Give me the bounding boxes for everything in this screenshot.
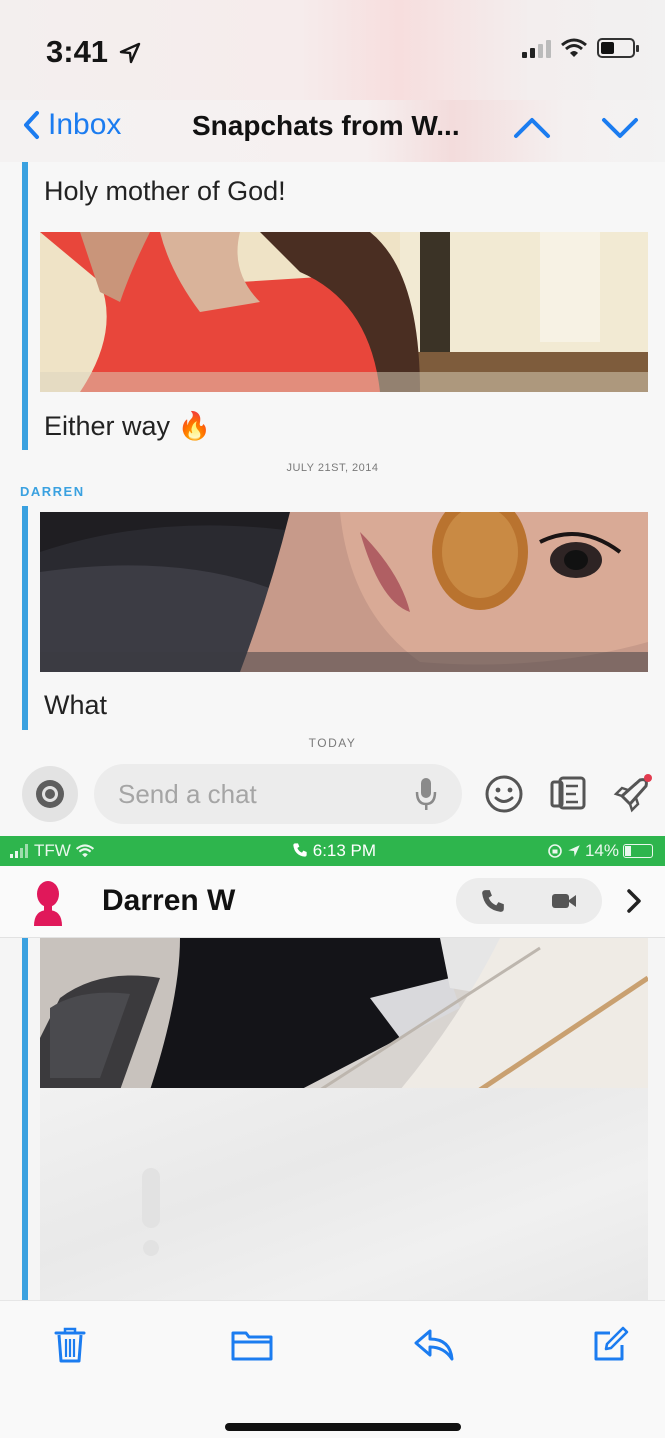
snap-photo-image xyxy=(40,512,648,672)
sender-name: DARREN xyxy=(20,484,85,499)
snap-photo[interactable] xyxy=(40,232,648,392)
orientation-lock-icon xyxy=(548,844,562,858)
send-chat-input[interactable] xyxy=(94,764,462,824)
trash-icon[interactable] xyxy=(50,1325,90,1365)
wifi-icon xyxy=(75,844,94,858)
date-divider: JULY 21ST, 2014 xyxy=(286,462,379,474)
status-bar: 3:41 xyxy=(0,0,665,100)
emoji-icon[interactable] xyxy=(482,772,526,816)
location-arrow-icon xyxy=(568,845,580,857)
snap-loading-area xyxy=(40,1088,648,1300)
camera-button[interactable] xyxy=(22,766,78,822)
video-call-button[interactable] xyxy=(550,891,578,911)
message-text-label: Either way 🔥 xyxy=(44,411,212,441)
battery-icon xyxy=(623,844,653,858)
status-icons xyxy=(522,38,639,58)
status-time: 3:41 xyxy=(46,34,141,70)
loading-placeholder xyxy=(142,1168,160,1256)
snap-conversation: Holy mother of God! Either way 🔥 JULY 21… xyxy=(0,162,665,836)
chevron-right-icon[interactable] xyxy=(626,888,642,914)
wifi-icon xyxy=(561,38,587,57)
voice-call-button[interactable] xyxy=(480,888,506,914)
next-message-button[interactable] xyxy=(598,108,642,148)
call-buttons xyxy=(456,878,602,924)
carrier-status: TFW xyxy=(10,841,95,861)
battery-status: 14% xyxy=(547,841,653,861)
battery-icon xyxy=(597,38,639,58)
message-thread-bar xyxy=(22,938,28,1300)
message-thread-bar xyxy=(22,506,28,730)
rocket-icon[interactable] xyxy=(610,772,654,816)
message-text: Holy mother of God! xyxy=(44,176,286,206)
chevron-left-icon xyxy=(24,111,39,139)
previous-message-button[interactable] xyxy=(510,108,554,148)
snap-photo[interactable] xyxy=(40,938,648,1090)
camera-icon xyxy=(36,780,64,808)
battery-percent: 14% xyxy=(584,841,619,860)
inbox-back-button[interactable]: Inbox xyxy=(22,108,121,142)
snap-photo-image xyxy=(40,232,648,392)
message-text: What xyxy=(44,690,108,720)
bitmoji-avatar[interactable] xyxy=(30,878,66,926)
in-call-status-bar[interactable]: TFW 6:13 PM 14% xyxy=(0,836,665,866)
location-arrow-icon xyxy=(119,42,140,64)
status-time-label: 3:41 xyxy=(46,34,109,69)
chat-header: Darren W xyxy=(0,866,665,938)
snap-chat-bar xyxy=(0,754,665,836)
phone-icon xyxy=(293,843,307,857)
call-time-label: 6:13 PM xyxy=(312,841,377,860)
compose-icon[interactable] xyxy=(590,1325,630,1365)
cell-signal-icon xyxy=(10,844,28,858)
call-time: 6:13 PM xyxy=(292,841,376,861)
message-text: Either way 🔥 xyxy=(44,410,211,442)
microphone-icon[interactable] xyxy=(414,776,438,812)
folder-icon[interactable] xyxy=(230,1325,274,1365)
inbox-back-label: Inbox xyxy=(48,108,122,141)
mail-toolbar xyxy=(0,1300,665,1438)
snap-photo[interactable] xyxy=(40,512,648,672)
carrier-name: TFW xyxy=(34,841,71,860)
mail-nav-bar: Inbox Snapchats from W... xyxy=(0,100,665,162)
contact-name[interactable]: Darren W xyxy=(102,884,235,918)
snap-conversation-2 xyxy=(0,938,665,1300)
message-thread-bar xyxy=(22,162,28,450)
mail-subject-title: Snapchats from W... xyxy=(192,110,460,141)
home-indicator[interactable] xyxy=(225,1423,461,1431)
reply-icon[interactable] xyxy=(412,1325,456,1365)
cell-signal-icon xyxy=(522,38,551,58)
memories-icon[interactable] xyxy=(546,772,590,816)
snap-photo-image xyxy=(40,938,648,1090)
date-divider: TODAY xyxy=(308,736,357,750)
